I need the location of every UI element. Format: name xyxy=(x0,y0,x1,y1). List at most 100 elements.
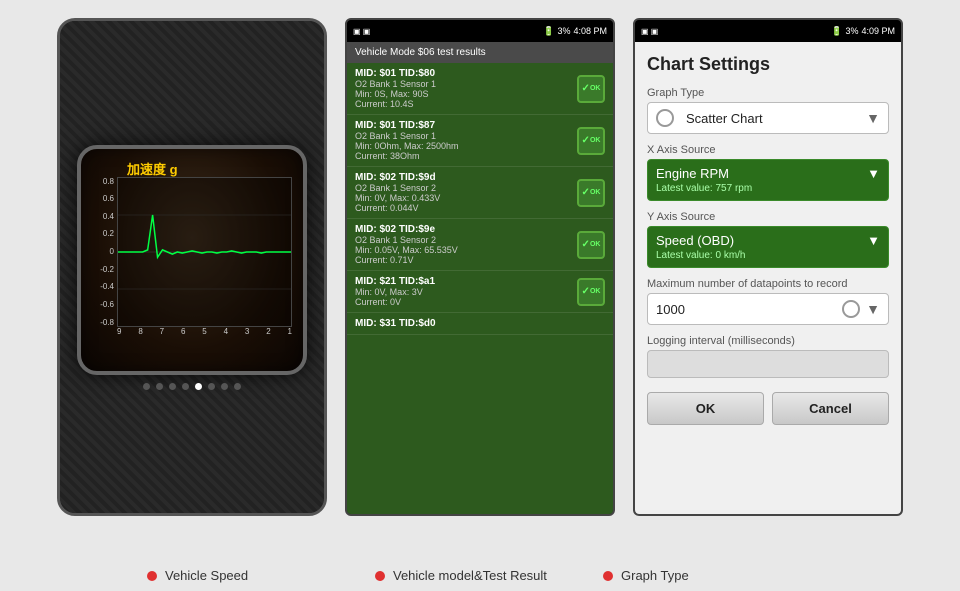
max-datapoints-label: Maximum number of datapoints to record xyxy=(647,278,889,290)
screen3-status-bar: ▣ ▣ 🔋 3% 4:09 PM xyxy=(635,20,901,42)
test-item-info-3: MID: $02 TID:$9e O2 Bank 1 Sensor 2 Min:… xyxy=(355,224,571,265)
dot-8 xyxy=(234,383,241,390)
test-item-5: MID: $31 TID:$d0 xyxy=(347,313,613,335)
y-label: 0.4 xyxy=(103,212,114,221)
x-label: 4 xyxy=(224,327,228,336)
test-item-2: MID: $02 TID:$9d O2 Bank 1 Sensor 2 Min:… xyxy=(347,167,613,219)
max-datapoints-dropdown[interactable]: 1000 ▼ xyxy=(647,293,889,325)
y-axis-value: Speed (OBD) xyxy=(656,233,734,248)
screen2-body: MID: $01 TID:$80 O2 Bank 1 Sensor 1 Min:… xyxy=(347,63,613,514)
test-item-info-1: MID: $01 TID:$87 O2 Bank 1 Sensor 1 Min:… xyxy=(355,120,571,161)
main-container: 加速度 g 0.8 0.6 0.4 0.2 0 -0.2 -0.4 -0.6 -… xyxy=(0,0,960,591)
btn-row: OK Cancel xyxy=(647,392,889,425)
settings-title: Chart Settings xyxy=(647,54,889,75)
red-dot-1 xyxy=(147,571,157,581)
test-item-sensor-1: O2 Bank 1 Sensor 1 xyxy=(355,131,571,141)
test-item-mid-1: MID: $01 TID:$87 xyxy=(355,120,571,131)
label-item-3: Graph Type xyxy=(603,568,813,583)
max-datapoints-value: 1000 xyxy=(656,302,832,317)
max-datapoints-section: Maximum number of datapoints to record 1… xyxy=(647,278,889,325)
graph-type-radio[interactable] xyxy=(656,109,674,127)
y-axis-section: Y Axis Source Speed (OBD) ▼ Latest value… xyxy=(647,211,889,268)
test-item-mid-3: MID: $02 TID:$9e xyxy=(355,224,571,235)
dot-7 xyxy=(221,383,228,390)
test-item-current-4: Current: 0V xyxy=(355,297,571,307)
battery-icon: 🔋 xyxy=(543,26,554,37)
logging-section: Logging interval (milliseconds) xyxy=(647,335,889,378)
screens-row: 加速度 g 0.8 0.6 0.4 0.2 0 -0.2 -0.4 -0.6 -… xyxy=(0,0,960,558)
test-item-info-2: MID: $02 TID:$9d O2 Bank 1 Sensor 2 Min:… xyxy=(355,172,571,213)
ok-badge-0: ✓OK xyxy=(577,75,605,103)
graph-type-label: Graph Type xyxy=(647,87,889,99)
test-item-4: MID: $21 TID:$a1 Min: 0V, Max: 3V Curren… xyxy=(347,271,613,313)
signal-icon: ▣ ▣ xyxy=(353,27,370,36)
y-label: -0.4 xyxy=(100,282,114,291)
ok-badge-1: ✓OK xyxy=(577,127,605,155)
screen3-icons-left: ▣ ▣ xyxy=(641,27,658,36)
dot-3 xyxy=(169,383,176,390)
label-item-2: Vehicle model&Test Result xyxy=(375,568,585,583)
max-datapoints-chevron-down-icon[interactable]: ▼ xyxy=(866,301,880,317)
test-item-1: MID: $01 TID:$87 O2 Bank 1 Sensor 1 Min:… xyxy=(347,115,613,167)
x-label: 3 xyxy=(245,327,249,336)
label-text-3: Graph Type xyxy=(621,568,689,583)
test-item-minmax-3: Min: 0.05V, Max: 65.535V xyxy=(355,245,571,255)
test-item-info-0: MID: $01 TID:$80 O2 Bank 1 Sensor 1 Min:… xyxy=(355,68,571,109)
test-item-current-3: Current: 0.71V xyxy=(355,255,571,265)
test-item-mid-5: MID: $31 TID:$d0 xyxy=(355,318,605,329)
test-item-current-2: Current: 0.044V xyxy=(355,203,571,213)
test-item-sensor-3: O2 Bank 1 Sensor 2 xyxy=(355,235,571,245)
y-label: -0.2 xyxy=(100,265,114,274)
chart-svg xyxy=(118,178,291,326)
x-label: 1 xyxy=(288,327,292,336)
dot-6 xyxy=(208,383,215,390)
screen3-content: Chart Settings Graph Type Scatter Chart … xyxy=(635,42,901,514)
x-axis-sub: Latest value: 757 rpm xyxy=(656,183,880,194)
y-label: -0.8 xyxy=(100,318,114,327)
y-axis-chevron-down-icon[interactable]: ▼ xyxy=(867,233,880,248)
label-text-1: Vehicle Speed xyxy=(165,568,248,583)
screen3-battery-icon: 🔋 xyxy=(831,26,842,37)
y-axis-dropdown-title: Speed (OBD) ▼ xyxy=(656,233,880,248)
screen3-battery-pct: 3% xyxy=(845,26,858,36)
test-item-0: MID: $01 TID:$80 O2 Bank 1 Sensor 1 Min:… xyxy=(347,63,613,115)
y-label: 0.2 xyxy=(103,229,114,238)
battery-pct: 3% xyxy=(557,26,570,36)
chart-area: 加速度 g 0.8 0.6 0.4 0.2 0 -0.2 -0.4 -0.6 -… xyxy=(87,157,297,337)
graph-type-dropdown[interactable]: Scatter Chart ▼ xyxy=(647,102,889,134)
label-item-1: Vehicle Speed xyxy=(147,568,357,583)
dot-1 xyxy=(143,383,150,390)
ok-badge-3: ✓OK xyxy=(577,231,605,259)
x-label: 6 xyxy=(181,327,185,336)
test-item-minmax-1: Min: 0Ohm, Max: 2500hm xyxy=(355,141,571,151)
y-axis-dropdown[interactable]: Speed (OBD) ▼ Latest value: 0 km/h xyxy=(647,226,889,268)
pagination-dots xyxy=(143,383,241,390)
gauge-container: 加速度 g 0.8 0.6 0.4 0.2 0 -0.2 -0.4 -0.6 -… xyxy=(77,145,307,375)
screen3-status-right: 🔋 3% 4:09 PM xyxy=(831,26,895,37)
y-label: 0.8 xyxy=(103,177,114,186)
screen3-chart-settings: ▣ ▣ 🔋 3% 4:09 PM Chart Settings Graph Ty… xyxy=(633,18,903,516)
graph-type-section: Graph Type Scatter Chart ▼ xyxy=(647,87,889,134)
x-label: 2 xyxy=(266,327,270,336)
logging-input[interactable] xyxy=(647,350,889,378)
cancel-button[interactable]: Cancel xyxy=(772,392,889,425)
x-axis-chevron-down-icon[interactable]: ▼ xyxy=(867,166,880,181)
dot-2 xyxy=(156,383,163,390)
label-text-2: Vehicle model&Test Result xyxy=(393,568,547,583)
y-axis-sub: Latest value: 0 km/h xyxy=(656,250,880,261)
ok-button[interactable]: OK xyxy=(647,392,764,425)
dot-4 xyxy=(182,383,189,390)
screen1-vehicle-speed: 加速度 g 0.8 0.6 0.4 0.2 0 -0.2 -0.4 -0.6 -… xyxy=(57,18,327,516)
y-label: 0.6 xyxy=(103,194,114,203)
test-item-current-0: Current: 10.4S xyxy=(355,99,571,109)
status-bar-right: 🔋 3% 4:08 PM xyxy=(543,26,607,37)
test-item-3: MID: $02 TID:$9e O2 Bank 1 Sensor 2 Min:… xyxy=(347,219,613,271)
ok-badge-4: ✓OK xyxy=(577,278,605,306)
graph-type-chevron-down-icon[interactable]: ▼ xyxy=(866,110,880,126)
graph-type-value: Scatter Chart xyxy=(686,111,860,126)
red-dot-3 xyxy=(603,571,613,581)
screen2-header-text: Vehicle Mode $06 test results xyxy=(355,47,486,58)
x-label: 8 xyxy=(138,327,142,336)
x-axis-dropdown[interactable]: Engine RPM ▼ Latest value: 757 rpm xyxy=(647,159,889,201)
max-datapoints-radio[interactable] xyxy=(842,300,860,318)
